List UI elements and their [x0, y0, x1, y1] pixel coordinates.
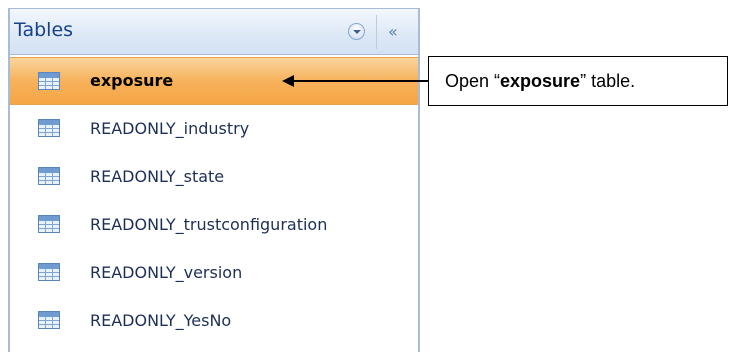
list-item-readonly-version[interactable]: READONLY_version	[10, 249, 418, 297]
annotation-callout: Open “exposure” table.	[428, 56, 728, 106]
list-item-label: READONLY_trustconfiguration	[90, 215, 328, 234]
table-icon	[38, 215, 60, 233]
collapse-pane-button[interactable]: «	[388, 22, 398, 41]
table-icon	[38, 263, 60, 281]
callout-prefix: Open “	[445, 71, 501, 91]
list-item-label: READONLY_YesNo	[90, 311, 232, 330]
list-item-readonly-industry[interactable]: READONLY_industry	[10, 105, 418, 153]
header-divider	[376, 15, 377, 49]
list-item-label: READONLY_state	[90, 167, 225, 186]
list-item-readonly-trustconfiguration[interactable]: READONLY_trustconfiguration	[10, 201, 418, 249]
annotation-arrow-head	[282, 75, 294, 87]
list-item-readonly-yesno[interactable]: READONLY_YesNo	[10, 297, 418, 345]
navigation-pane-header: Tables «	[10, 9, 418, 55]
callout-suffix: ” table.	[580, 71, 636, 91]
chevron-down-icon[interactable]	[348, 23, 365, 40]
table-icon	[38, 311, 60, 329]
screenshot-stage: Tables « exposure READONLY_industry READ…	[0, 0, 737, 352]
list-item-label: READONLY_industry	[90, 119, 250, 138]
table-icon	[38, 119, 60, 137]
annotation-arrow-line	[292, 80, 428, 82]
nav-pane-title[interactable]: Tables	[14, 19, 73, 41]
list-item-label: READONLY_version	[90, 263, 243, 282]
table-icon	[38, 72, 60, 90]
table-list: exposure READONLY_industry READONLY_stat…	[10, 57, 418, 345]
table-icon	[38, 167, 60, 185]
list-item-label: exposure	[90, 71, 174, 90]
callout-emphasis: exposure	[500, 71, 581, 91]
navigation-pane: Tables « exposure READONLY_industry READ…	[8, 8, 420, 352]
list-item-readonly-state[interactable]: READONLY_state	[10, 153, 418, 201]
